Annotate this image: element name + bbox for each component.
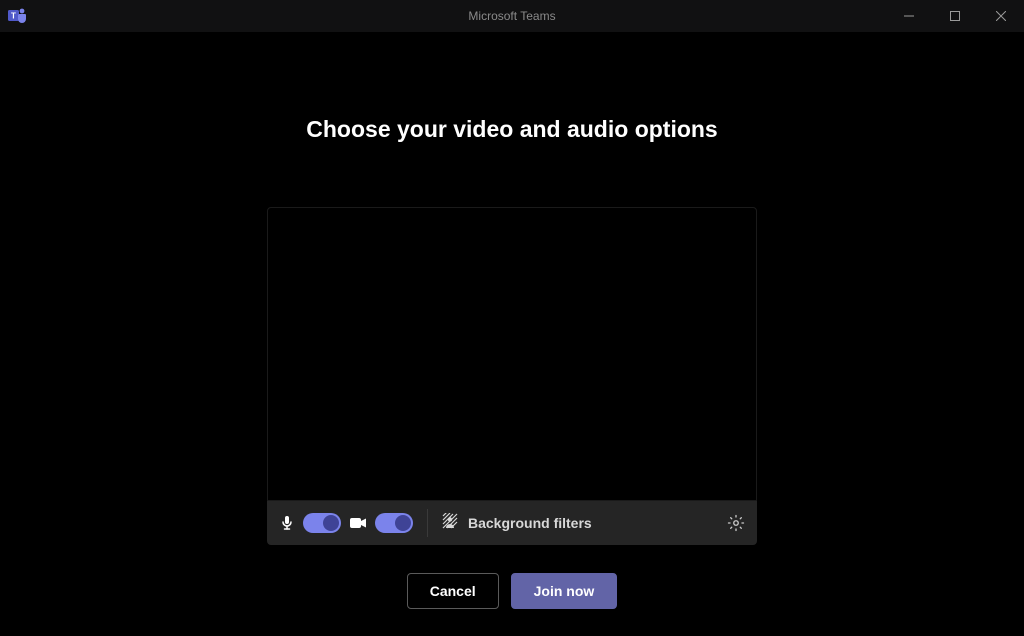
svg-text:T: T bbox=[11, 12, 16, 21]
background-filters-label: Background filters bbox=[468, 515, 592, 531]
join-now-button[interactable]: Join now bbox=[511, 573, 618, 609]
divider bbox=[427, 509, 428, 537]
window-controls bbox=[886, 0, 1024, 32]
camera-icon bbox=[349, 515, 367, 531]
microphone-icon bbox=[279, 515, 295, 531]
maximize-button[interactable] bbox=[932, 0, 978, 32]
join-now-button-label: Join now bbox=[534, 583, 595, 599]
action-buttons: Cancel Join now bbox=[407, 573, 618, 609]
minimize-button[interactable] bbox=[886, 0, 932, 32]
background-filters-icon bbox=[442, 513, 458, 534]
av-control-bar: Background filters bbox=[267, 501, 757, 545]
window-title: Microsoft Teams bbox=[468, 9, 555, 23]
teams-logo-icon: T bbox=[8, 6, 28, 26]
microphone-toggle[interactable] bbox=[303, 513, 341, 533]
device-settings-button[interactable] bbox=[727, 514, 745, 532]
cancel-button[interactable]: Cancel bbox=[407, 573, 499, 609]
cancel-button-label: Cancel bbox=[430, 583, 476, 599]
background-filters-button[interactable]: Background filters bbox=[442, 513, 592, 534]
titlebar: T Microsoft Teams bbox=[0, 0, 1024, 32]
page-title: Choose your video and audio options bbox=[306, 116, 717, 143]
video-preview bbox=[267, 207, 757, 501]
toggle-knob bbox=[323, 515, 339, 531]
toggle-knob bbox=[395, 515, 411, 531]
camera-toggle[interactable] bbox=[375, 513, 413, 533]
main-content: Choose your video and audio options bbox=[0, 32, 1024, 609]
close-button[interactable] bbox=[978, 0, 1024, 32]
